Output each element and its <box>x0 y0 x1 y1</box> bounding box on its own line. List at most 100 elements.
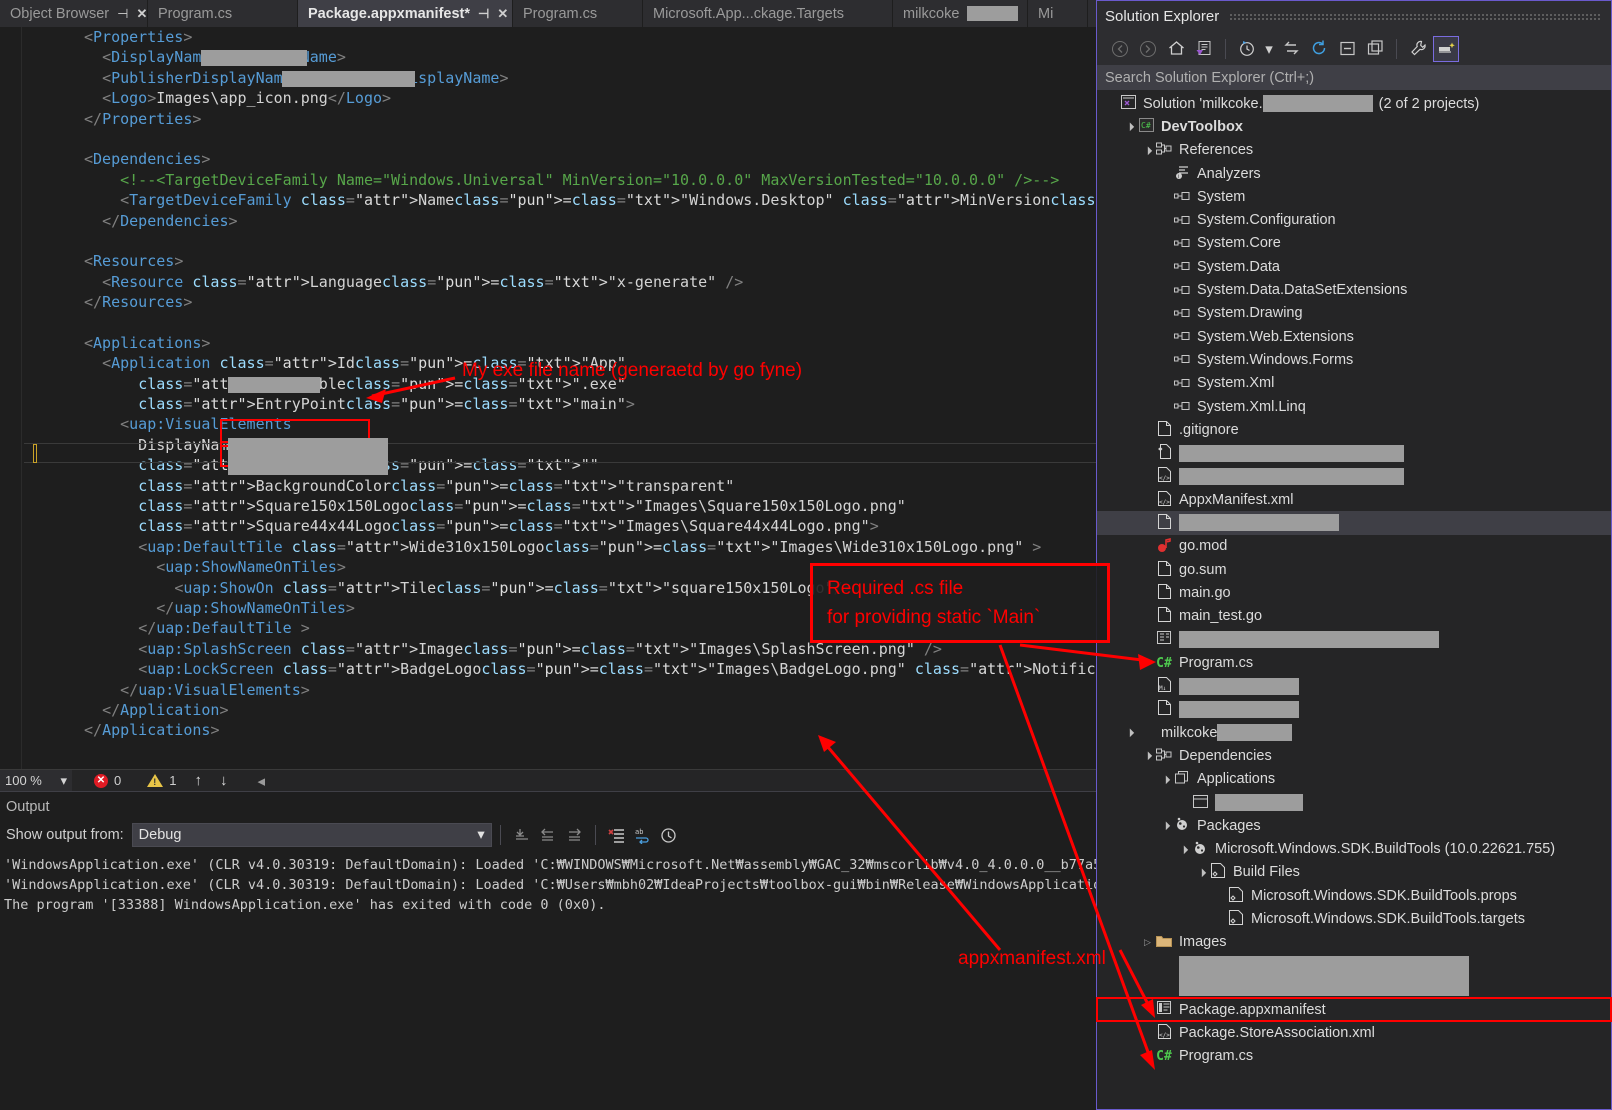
error-count-group[interactable]: ✕ 0 <box>94 773 121 788</box>
csproj-icon: C# <box>1136 118 1156 135</box>
tree-item-go.sum[interactable]: go.sum <box>1097 558 1611 581</box>
forward-icon[interactable] <box>1135 36 1161 62</box>
code-text-area[interactable]: <Properties>− <DisplayName></DisplayName… <box>24 27 1100 769</box>
tab-label: Microsoft.App...ckage.Targets <box>653 5 844 22</box>
expander-open-icon[interactable]: ◢ <box>1194 865 1210 881</box>
tree-item-label: Microsoft.Windows.SDK.BuildTools.targets <box>1251 911 1525 928</box>
tree-item-redacted[interactable]: M↓ <box>1097 674 1611 697</box>
navigate-back-icon[interactable] <box>535 823 561 847</box>
collapse-all-icon[interactable] <box>1334 36 1360 62</box>
tree-item-redacted[interactable] <box>1097 698 1611 721</box>
close-tab-icon[interactable]: ✕ <box>497 6 508 22</box>
previous-issue-icon[interactable]: ↑ <box>194 772 202 789</box>
pin-tab-icon[interactable]: ⊣ <box>117 6 128 22</box>
expander-open-icon[interactable]: ◢ <box>1122 725 1138 741</box>
tree-item-system.data.datasetextensions[interactable]: System.Data.DataSetExtensions <box>1097 278 1611 301</box>
tree-item-main-test.go[interactable]: main_test.go <box>1097 605 1611 628</box>
history-icon[interactable] <box>656 823 682 847</box>
code-line: <Dependencies>− <box>84 150 211 169</box>
tree-item-devtoolbox[interactable]: ◢ C# DevToolbox <box>1097 115 1611 138</box>
warning-count-group[interactable]: 1 <box>147 773 176 788</box>
editor-tab-object-browser[interactable]: Object Browser ⊣ ✕ <box>0 0 148 27</box>
svg-text:M↓: M↓ <box>1159 685 1166 692</box>
expander-open-icon[interactable]: ◢ <box>1158 818 1174 834</box>
tree-item-.gitignore[interactable]: .gitignore <box>1097 418 1611 441</box>
tree-item-system.configuration[interactable]: System.Configuration <box>1097 208 1611 231</box>
expander-closed-icon[interactable]: ▷ <box>1141 937 1154 948</box>
tree-item-program.cs[interactable]: C# Program.cs <box>1097 651 1611 674</box>
drag-handle-dots[interactable] <box>1229 12 1601 21</box>
tree-item-system.data[interactable]: System.Data <box>1097 255 1611 278</box>
tree-item-redacted[interactable] <box>1097 511 1611 535</box>
tree-item-redacted[interactable] <box>1097 441 1611 464</box>
tree-item-packages[interactable]: ◢ Packages <box>1097 814 1611 837</box>
tree-item-system.core[interactable]: System.Core <box>1097 232 1611 255</box>
refresh-icon[interactable] <box>1306 36 1332 62</box>
pin-tab-icon[interactable]: ⊣ <box>478 6 489 22</box>
expander-open-icon[interactable]: ◢ <box>1176 841 1192 857</box>
preview-selected-items-icon[interactable] <box>1433 35 1459 62</box>
tree-item-redacted[interactable] <box>1097 791 1611 814</box>
editor-tab-mi[interactable]: Mi <box>1028 0 1088 27</box>
navigate-forward-icon[interactable] <box>561 823 587 847</box>
output-source-dropdown[interactable]: Debug ▾ <box>131 823 492 847</box>
tree-item-microsoft.windows.sdk.buildtools-10.0.22621.755[interactable]: ◢ Microsoft.Windows.SDK.BuildTools (10.0.… <box>1097 838 1611 861</box>
tree-item-system.drawing[interactable]: System.Drawing <box>1097 302 1611 325</box>
next-issue-icon[interactable]: ↓ <box>220 772 228 789</box>
tree-item-appxmanifest.xml[interactable]: </> AppxManifest.xml <box>1097 488 1611 511</box>
tree-item-microsoft.windows.sdk.buildtools.targets[interactable]: Microsoft.Windows.SDK.BuildTools.targets <box>1097 907 1611 930</box>
collapse-expand-icon[interactable] <box>1278 36 1304 62</box>
tree-item-package.storeassociation.xml[interactable]: </> Package.StoreAssociation.xml <box>1097 1021 1611 1044</box>
expander-open-icon[interactable]: ◢ <box>1122 119 1138 135</box>
expander-open-icon[interactable]: ◢ <box>1140 142 1156 158</box>
tree-item-analyzers[interactable]: i Analyzers <box>1097 162 1611 185</box>
tree-item-microsoft.windows.sdk.buildtools.props[interactable]: Microsoft.Windows.SDK.BuildTools.props <box>1097 884 1611 907</box>
tree-item-redacted[interactable]: </> <box>1097 465 1611 488</box>
word-wrap-icon[interactable]: ab <box>630 823 656 847</box>
chevron-down-icon[interactable]: ▾ <box>1262 36 1276 62</box>
back-icon[interactable] <box>1107 36 1133 62</box>
tree-item-system.xml.linq[interactable]: System.Xml.Linq <box>1097 395 1611 418</box>
editor-tab-program-cs[interactable]: Program.cs <box>513 0 643 27</box>
properties-wrench-icon[interactable] <box>1405 36 1431 62</box>
show-all-files-icon[interactable] <box>1362 36 1388 62</box>
tree-item-program.cs[interactable]: C# Program.cs <box>1097 1045 1611 1068</box>
tree-item-applications[interactable]: ◢ Applications <box>1097 768 1611 791</box>
editor-tab-program-cs[interactable]: Program.cs <box>148 0 298 27</box>
collapse-panel-icon[interactable]: ◂ <box>257 772 265 790</box>
expander-open-icon[interactable]: ◢ <box>1140 748 1156 764</box>
app-icon <box>1190 794 1210 811</box>
home-icon[interactable] <box>1163 36 1189 62</box>
tree-item-references[interactable]: ◢ References <box>1097 139 1611 162</box>
clear-all-icon[interactable] <box>604 823 630 847</box>
editor-tab-microsoft-app-ckage-targets[interactable]: Microsoft.App...ckage.Targets <box>643 0 893 27</box>
close-tab-icon[interactable]: ✕ <box>136 6 147 22</box>
zoom-level-selector[interactable]: 100 % ▾ <box>0 770 72 791</box>
tree-item-go.mod[interactable]: go.mod <box>1097 535 1611 558</box>
tree-item-dependencies[interactable]: ◢ Dependencies <box>1097 744 1611 767</box>
tree-item-system.web.extensions[interactable]: System.Web.Extensions <box>1097 325 1611 348</box>
tree-item-redacted[interactable] <box>1097 628 1611 651</box>
tree-item-system.windows.forms[interactable]: System.Windows.Forms <box>1097 348 1611 371</box>
tree-item-images[interactable]: ▷ Images <box>1097 931 1611 954</box>
tree-item-label: System.Xml <box>1197 375 1275 392</box>
sync-with-active-document-icon[interactable] <box>1191 36 1217 62</box>
tree-item-main.go[interactable]: main.go <box>1097 581 1611 604</box>
editor-tab-milkcoke[interactable]: milkcoke <box>893 0 1028 27</box>
tree-item-solution-milkcoke.[interactable]: Solution 'milkcoke. (2 of 2 projects) <box>1097 92 1611 115</box>
solution-tree[interactable]: Solution 'milkcoke. (2 of 2 projects) ◢ C# D… <box>1096 90 1612 1068</box>
tree-item-build-files[interactable]: ◢ Build Files <box>1097 861 1611 884</box>
folder-icon <box>1154 934 1174 950</box>
pending-changes-filter-icon[interactable] <box>1234 36 1260 62</box>
tree-item-package.appxmanifest[interactable]: Package.appxmanifest <box>1096 996 1612 1023</box>
tree-item-milkcoke[interactable]: ◢ milkcoke <box>1097 721 1611 744</box>
code-editor[interactable]: <Properties>− <DisplayName></DisplayName… <box>0 27 1100 769</box>
find-message-icon[interactable] <box>509 823 535 847</box>
tree-item-redacted[interactable] <box>1097 954 1611 998</box>
expander-open-icon[interactable]: ◢ <box>1158 771 1174 787</box>
annotation-cs-note-line2: for providing static `Main` <box>827 607 1041 628</box>
tree-item-system.xml[interactable]: System.Xml <box>1097 372 1611 395</box>
tree-item-system[interactable]: System <box>1097 185 1611 208</box>
search-solution-explorer-input[interactable]: Search Solution Explorer (Ctrl+;) <box>1097 65 1611 90</box>
editor-tab-package-appxmanifest[interactable]: Package.appxmanifest* ⊣ ✕ <box>298 0 513 27</box>
